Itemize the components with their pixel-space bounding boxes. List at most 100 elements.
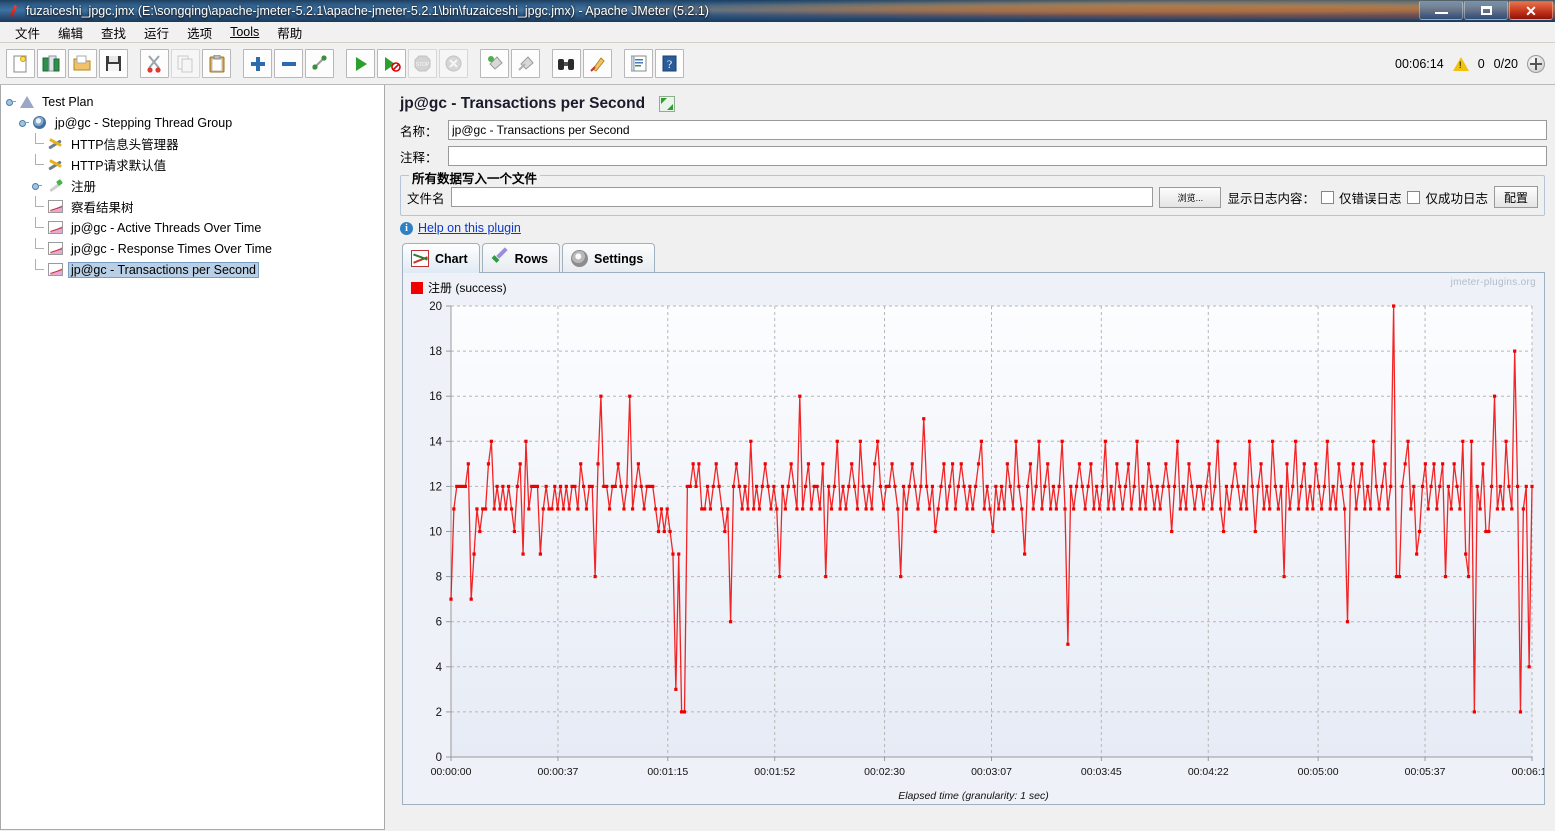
tree-node-response-times-over-time[interactable]: jp@gc - Response Times Over Time [5,238,384,259]
comment-input[interactable] [448,146,1547,166]
tab-label: Settings [594,251,644,266]
listener-icon [47,198,64,215]
collapse-all-button[interactable] [274,49,303,78]
success-only-checkbox-wrap[interactable]: 仅成功日志 [1407,188,1488,207]
clear-button[interactable] [480,49,509,78]
menu-options[interactable]: 选项 [178,21,221,44]
main-split: Test Plan jp@gc - Stepping Thread Group … [0,85,1555,830]
save-button[interactable] [99,49,128,78]
plus-icon [250,56,265,71]
errors-only-checkbox[interactable] [1320,190,1334,204]
tree-node-active-threads-over-time[interactable]: jp@gc - Active Threads Over Time [5,217,384,238]
search-button[interactable] [552,49,581,78]
paste-icon [209,54,224,72]
thread-group-icon [31,114,48,131]
menubar: 文件 编辑 查找 运行 选项 Tools 帮助 [0,22,1555,43]
listener-icon [47,219,64,236]
svg-text:?: ? [667,57,672,71]
expand-handle-icon[interactable] [5,96,16,107]
test-plan-icon [18,93,35,110]
menu-run[interactable]: 运行 [135,21,178,44]
play-no-pause-icon [384,56,401,72]
svg-text:00:05:37: 00:05:37 [1405,766,1446,778]
tree-node-label: HTTP请求默认值 [71,159,167,173]
binoculars-icon [558,58,574,70]
tree-node-http-header-manager[interactable]: HTTP信息头管理器 [5,133,384,154]
tree-node-thread-group[interactable]: jp@gc - Stepping Thread Group [5,112,384,133]
sampler-icon [47,177,64,194]
cut-button[interactable] [140,49,169,78]
chart-tab-icon [411,250,429,267]
open-button[interactable] [68,49,97,78]
menu-help[interactable]: 帮助 [268,21,311,44]
new-icon [13,55,27,72]
tree-node-transactions-per-second[interactable]: jp@gc - Transactions per Second [5,259,384,280]
info-icon: i [400,221,413,235]
tree-node-http-defaults[interactable]: HTTP请求默认值 [5,154,384,175]
browse-button[interactable]: 浏览... [1159,186,1222,208]
transactions-per-second-chart[interactable]: 注册 (success) jmeter-plugins.org Number o… [402,272,1545,805]
tab-chart[interactable]: Chart [402,243,480,273]
start-button[interactable] [346,49,375,78]
success-only-checkbox[interactable] [1407,190,1421,204]
play-icon [355,56,367,71]
shutdown-button[interactable] [439,49,468,78]
reset-search-button[interactable] [583,49,612,78]
errors-only-checkbox-wrap[interactable]: 仅错误日志 [1320,188,1401,207]
templates-button[interactable] [37,49,66,78]
window-controls: ✕ [1418,1,1553,20]
tab-rows[interactable]: Rows [481,243,560,273]
close-button[interactable]: ✕ [1509,1,1553,20]
expand-handle-icon[interactable] [18,117,29,128]
menu-file[interactable]: 文件 [6,21,49,44]
name-input[interactable] [448,120,1547,140]
stop-button[interactable]: STOP [408,49,437,78]
menu-search[interactable]: 查找 [92,21,135,44]
toggle-button[interactable] [305,49,334,78]
configure-button[interactable]: 配置 [1493,186,1538,208]
tree-branch-line [31,196,47,217]
minimize-button[interactable] [1419,1,1463,20]
expand-all-button[interactable] [243,49,272,78]
broom-icon [487,56,503,70]
svg-text:00:02:30: 00:02:30 [864,766,905,778]
tree-node-test-plan[interactable]: Test Plan [5,91,384,112]
expand-status-icon[interactable] [1527,55,1545,73]
window-title: fuzaiceshi_jpgc.jmx (E:\songqing\apache-… [26,4,709,18]
new-button[interactable] [6,49,35,78]
filename-input[interactable] [450,187,1154,207]
tree-node-label: jp@gc - Response Times Over Time [71,241,272,256]
tree-branch-line [31,238,47,259]
toolbar: STOP ? 00:06:14 0 0/20 [0,43,1555,85]
function-helper-button[interactable] [624,49,653,78]
clear-all-button[interactable] [511,49,540,78]
tab-settings[interactable]: Settings [562,243,656,273]
expand-handle-icon[interactable] [31,180,42,191]
tree-node-sampler-register[interactable]: 注册 [5,175,384,196]
jmeter-app-icon [4,3,22,19]
menu-edit[interactable]: 编辑 [49,21,92,44]
help-button[interactable]: ? [655,49,684,78]
comment-label: 注释： [400,150,438,165]
warning-icon[interactable] [1452,57,1469,71]
error-count: 0 [1477,57,1485,71]
copy-button[interactable] [171,49,200,78]
tab-label: Chart [435,251,468,266]
cut-icon [147,54,161,73]
svg-text:00:03:45: 00:03:45 [1081,766,1122,778]
maximize-button[interactable] [1464,1,1508,20]
write-all-data-group: 所有数据写入一个文件 文件名 浏览... 显示日志内容： 仅错误日志 仅成功日志… [400,168,1545,216]
paste-button[interactable] [202,49,231,78]
menu-tools[interactable]: Tools [221,23,268,41]
svg-text:8: 8 [436,572,442,584]
svg-text:00:03:07: 00:03:07 [971,766,1012,778]
svg-text:00:06:14: 00:06:14 [1512,766,1544,778]
svg-text:00:00:37: 00:00:37 [538,766,579,778]
maximize-panel-icon[interactable] [659,96,676,112]
svg-text:STOP: STOP [416,62,430,68]
tree-node-view-results-tree[interactable]: 察看结果树 [5,196,384,217]
svg-text:12: 12 [429,481,442,493]
listener-icon [47,261,64,278]
help-on-this-plugin-link[interactable]: Help on this plugin [418,221,521,235]
start-no-pauses-button[interactable] [377,49,406,78]
